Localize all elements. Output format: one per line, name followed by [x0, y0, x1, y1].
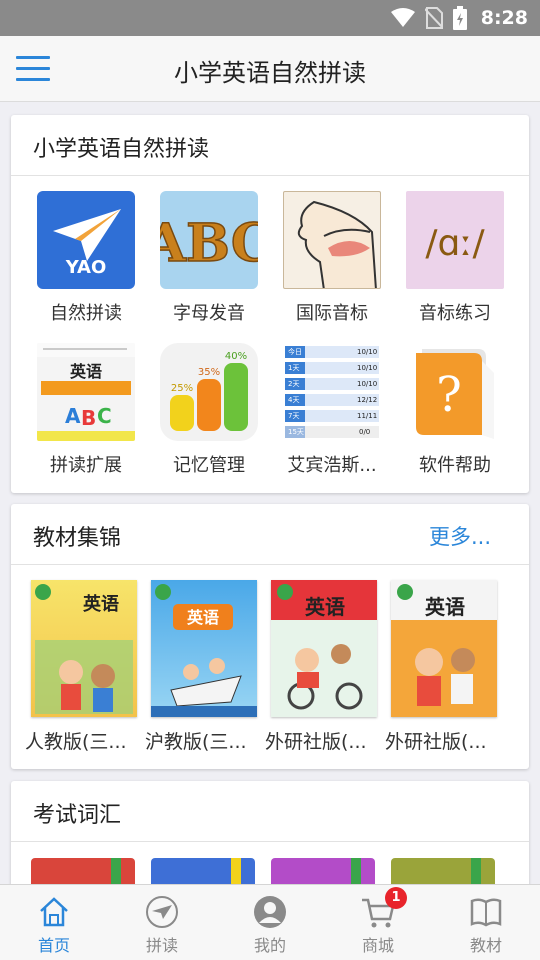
- grid-item-phonics[interactable]: YAO 自然拼读: [26, 191, 146, 325]
- svg-text:10/10: 10/10: [357, 380, 377, 388]
- textbook-item[interactable]: 英语 沪教版(三...: [145, 580, 271, 754]
- svg-text:?: ?: [436, 367, 462, 423]
- svg-text:4天: 4天: [288, 396, 299, 404]
- ebbinghaus-table-icon: 今日 10/10 1天 10/10 2天 10/10 4天 12/12 7天 11/11 …: [283, 343, 381, 441]
- grid-item-phonetic-practice[interactable]: /ɑː/ 音标练习: [395, 191, 515, 325]
- home-icon: [37, 895, 71, 929]
- cart-badge: 1: [385, 887, 407, 909]
- svg-text:YAO: YAO: [65, 257, 107, 278]
- textbook-cover: 英语: [31, 580, 137, 717]
- bottom-tab-bar: 首页 拼读 我的 1 商城 教材: [0, 884, 540, 960]
- textbook-label: 外研社版(...: [385, 731, 487, 753]
- memory-chart-icon: 25% 35% 40%: [160, 343, 258, 441]
- svg-text:英语: 英语: [82, 593, 119, 615]
- phonics-book-icon: 英语 A B C: [37, 343, 135, 441]
- grid-item-label: 拼读扩展: [50, 455, 122, 476]
- paper-plane-circle-icon: [145, 895, 179, 929]
- grid-item-phonics-extension[interactable]: 英语 A B C 拼读扩展: [26, 343, 146, 477]
- textbook-section-title: 教材集锦: [33, 526, 122, 551]
- grid-item-label: 音标练习: [419, 303, 491, 324]
- svg-text:1天: 1天: [288, 364, 299, 372]
- tab-label: 教材: [469, 936, 502, 955]
- svg-text:英语: 英语: [69, 362, 102, 381]
- svg-text:12/12: 12/12: [357, 396, 377, 404]
- svg-text:7天: 7天: [288, 412, 299, 420]
- grid-item-help[interactable]: ? 软件帮助: [395, 343, 515, 477]
- svg-text:A: A: [65, 404, 81, 428]
- svg-text:ABC: ABC: [160, 213, 258, 274]
- tab-label: 拼读: [145, 936, 178, 955]
- svg-text:10/10: 10/10: [357, 348, 377, 356]
- tab-home[interactable]: 首页: [0, 885, 108, 960]
- textbook-cover: 英语: [271, 580, 377, 717]
- status-bar: 8:28: [0, 0, 540, 36]
- textbook-label: 人教版(三...: [25, 731, 127, 753]
- svg-text:今日: 今日: [288, 347, 302, 356]
- tab-label: 首页: [37, 936, 70, 955]
- textbook-label: 沪教版(三...: [145, 731, 247, 753]
- svg-text:英语: 英语: [425, 595, 465, 619]
- wifi-icon: [390, 8, 415, 27]
- tab-store[interactable]: 1 商城: [324, 885, 432, 960]
- grid-item-label: 字母发音: [173, 303, 245, 324]
- textbook-label: 外研社版(...: [265, 731, 367, 753]
- phonetic-symbol-icon: /ɑː/: [406, 191, 504, 289]
- app-bar: 小学英语自然拼读: [0, 36, 540, 102]
- grid-item-label: 记忆管理: [173, 455, 245, 476]
- textbook-item[interactable]: 英语 人教版(三...: [25, 580, 151, 754]
- status-time: 8:28: [480, 7, 528, 29]
- grid-item-memory[interactable]: 25% 35% 40% 记忆管理: [149, 343, 269, 477]
- tab-phonics[interactable]: 拼读: [108, 885, 216, 960]
- textbook-item[interactable]: 英语 外研社版(...: [385, 580, 511, 754]
- svg-text:B: B: [81, 406, 96, 430]
- user-icon: [253, 895, 287, 929]
- abc-letters-icon: ABC: [160, 191, 258, 289]
- textbook-cover: 英语: [391, 580, 497, 717]
- textbook-item[interactable]: 英语 外研社版(...: [265, 580, 391, 754]
- grid-item-ebbinghaus[interactable]: 今日 10/10 1天 10/10 2天 10/10 4天 12/12 7天 11/11 …: [272, 343, 392, 477]
- tab-textbooks[interactable]: 教材: [432, 885, 540, 960]
- phonics-section-title: 小学英语自然拼读: [33, 137, 210, 162]
- svg-text:C: C: [97, 404, 112, 428]
- mouth-diagram-icon: [283, 191, 381, 289]
- grid-item-ipa[interactable]: 国际音标: [272, 191, 392, 325]
- help-book-icon: ?: [406, 343, 504, 441]
- svg-text:10/10: 10/10: [357, 364, 377, 372]
- tab-label: 商城: [361, 936, 394, 955]
- svg-text:25%: 25%: [171, 383, 193, 394]
- svg-text:35%: 35%: [198, 367, 220, 378]
- svg-text:/ɑː/: /ɑː/: [425, 223, 485, 264]
- grid-item-label: 国际音标: [296, 303, 368, 324]
- svg-text:0/0: 0/0: [359, 428, 370, 436]
- phonics-card: 小学英语自然拼读 YAO 自然拼读 ABC 字母发音 国际音标 /ɑː/ 音标练…: [11, 115, 529, 493]
- tab-label: 我的: [253, 936, 286, 955]
- more-link[interactable]: 更多...: [429, 521, 491, 551]
- no-sim-icon: [424, 7, 443, 29]
- svg-text:40%: 40%: [225, 351, 247, 362]
- svg-text:15天: 15天: [288, 428, 304, 436]
- grid-item-label: 自然拼读: [50, 303, 122, 324]
- book-icon: [469, 895, 503, 929]
- grid-item-label: 艾宾浩斯...: [287, 455, 377, 476]
- svg-text:英语: 英语: [186, 608, 219, 627]
- page-title: 小学英语自然拼读: [174, 59, 366, 87]
- svg-text:2天: 2天: [288, 380, 299, 388]
- svg-text:11/11: 11/11: [357, 412, 377, 420]
- textbook-card: 教材集锦 更多... 英语 人教版(三... 英语 沪教版(三... 英语 外研…: [11, 504, 529, 769]
- vocab-section-title: 考试词汇: [33, 803, 122, 828]
- svg-text:英语: 英语: [305, 595, 345, 619]
- cart-icon: 1: [361, 887, 407, 929]
- tab-profile[interactable]: 我的: [216, 885, 324, 960]
- paper-plane-icon: YAO: [37, 191, 135, 289]
- grid-item-letter-sounds[interactable]: ABC 字母发音: [149, 191, 269, 325]
- battery-icon: [452, 6, 467, 30]
- grid-item-label: 软件帮助: [419, 455, 491, 476]
- textbook-cover: 英语: [151, 580, 257, 717]
